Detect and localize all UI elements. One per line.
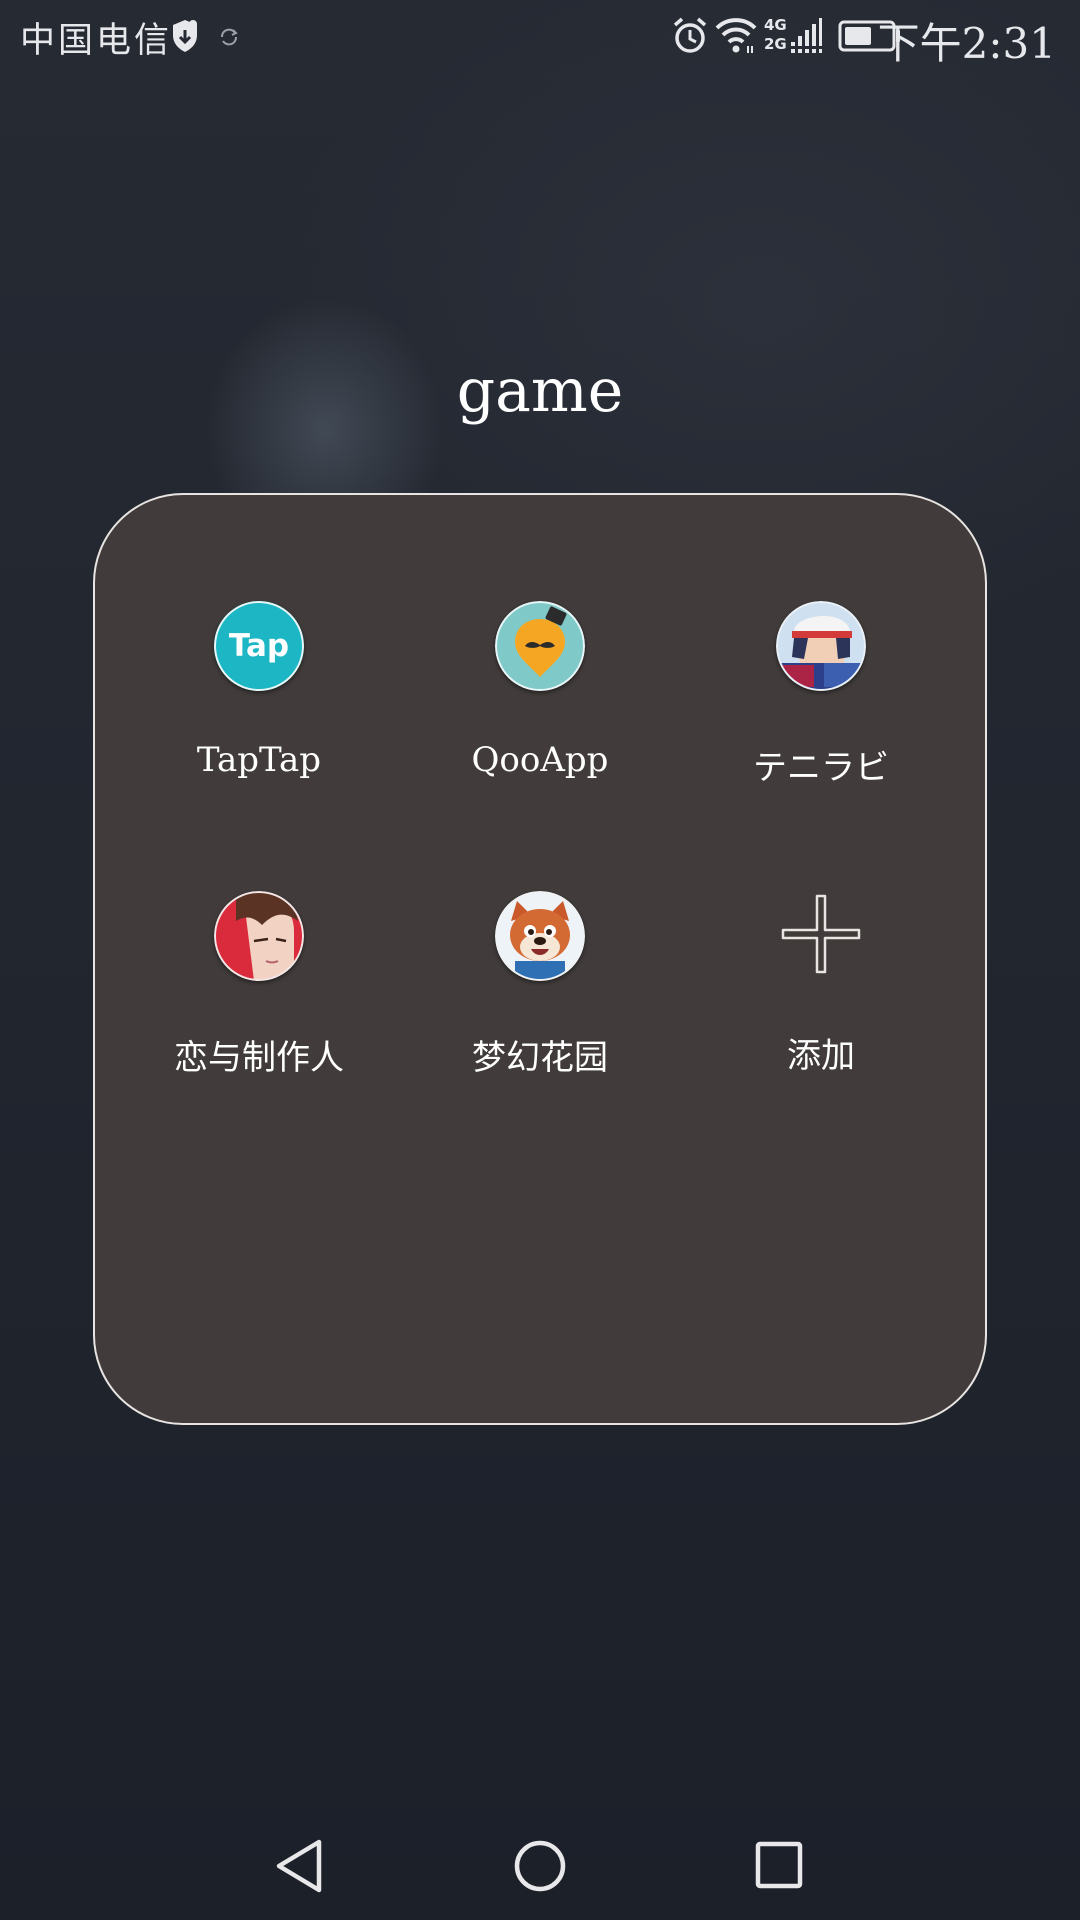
clock: 下午2:31 [877,19,1056,68]
app-tennis-anime[interactable]: テニラビ [681,495,961,788]
app-label-tennis-anime: テニラビ [753,748,889,788]
wifi-icon [715,18,757,53]
home-icon[interactable] [512,1838,568,1894]
love-producer-icon [214,891,304,981]
app-dream-garden[interactable]: 梦幻花园 [400,785,680,1078]
folder-panel: Tap TapTap QooApp テニラビ 恋与制作人 梦幻花园 添加 [93,493,987,1425]
app-qooapp[interactable]: QooApp [400,495,680,780]
taptap-icon: Tap [214,601,304,691]
app-love-producer[interactable]: 恋与制作人 [119,785,399,1078]
carrier-name: 中国电信 [20,21,173,61]
app-label-qooapp: QooApp [471,740,609,780]
taptap-icon-text: Tap [229,628,289,664]
network-type-top: 4G [764,16,787,34]
sync-icon [221,28,238,46]
folder-title[interactable]: game [0,356,1080,426]
add-app-button[interactable]: 添加 [681,785,961,1076]
app-taptap[interactable]: Tap TapTap [119,495,399,780]
dream-garden-icon [495,891,585,981]
back-icon[interactable] [272,1838,328,1894]
tennis-anime-icon [776,601,866,691]
app-label-taptap: TapTap [196,740,322,780]
status-bar: 中国电信 4G 2G 下午2:31 [0,0,1080,74]
network-type-bottom: 2G [764,35,787,53]
app-label-love-producer: 恋与制作人 [174,1038,344,1078]
app-label-dream-garden: 梦幻花园 [472,1038,608,1078]
recents-icon[interactable] [752,1838,808,1894]
alarm-icon [673,17,707,53]
add-icon [781,894,861,974]
add-app-label: 添加 [787,1036,855,1076]
shield-icon [173,20,197,52]
qooapp-icon [495,601,585,691]
signal-icon [791,18,822,53]
